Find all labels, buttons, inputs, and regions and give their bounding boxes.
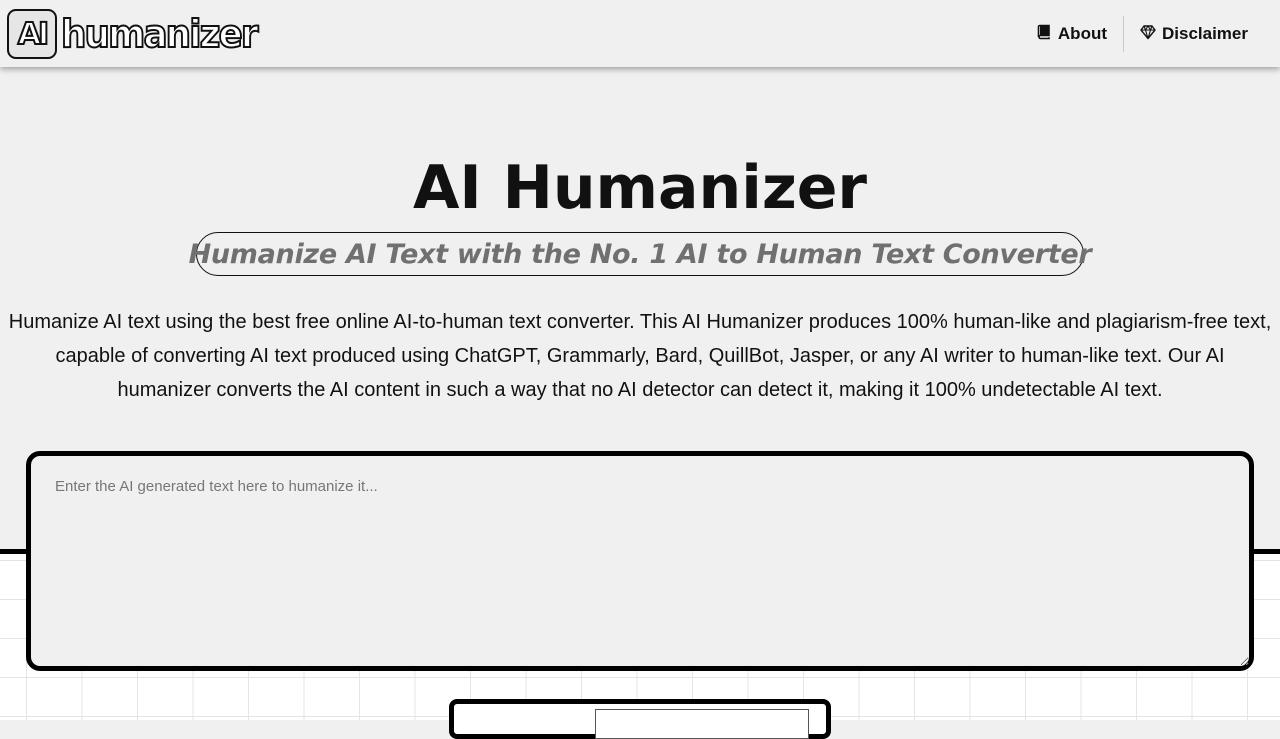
- tagline-pill: Humanize AI Text with the No. 1 AI to Hu…: [189, 232, 1092, 276]
- nav-disclaimer-link[interactable]: Disclaimer: [1124, 16, 1248, 52]
- nav-about-link[interactable]: About: [1020, 16, 1123, 52]
- book-icon: [1036, 24, 1052, 45]
- nav-disclaimer-label: Disclaimer: [1162, 24, 1248, 43]
- input-text-box: [26, 451, 1254, 671]
- mode-select[interactable]: [595, 709, 809, 739]
- logo-wordmark: humanizer: [60, 12, 259, 56]
- intro-paragraph: Humanize AI text using the best free onl…: [8, 311, 1272, 401]
- ai-text-input[interactable]: [31, 456, 1249, 666]
- main-nav: About Disclaimer: [1020, 16, 1248, 52]
- top-navbar: AI humanizer About Disclaimer: [0, 0, 1280, 67]
- page-title: AI Humanizer: [412, 153, 868, 223]
- mode-controls-panel: [449, 699, 831, 739]
- nav-about-label: About: [1057, 24, 1107, 43]
- diamond-icon: [1140, 24, 1156, 45]
- site-logo[interactable]: AI humanizer: [7, 8, 269, 60]
- logo-badge: AI: [7, 9, 57, 59]
- tagline-text: Humanize AI Text with the No. 1 AI to Hu…: [188, 238, 1092, 270]
